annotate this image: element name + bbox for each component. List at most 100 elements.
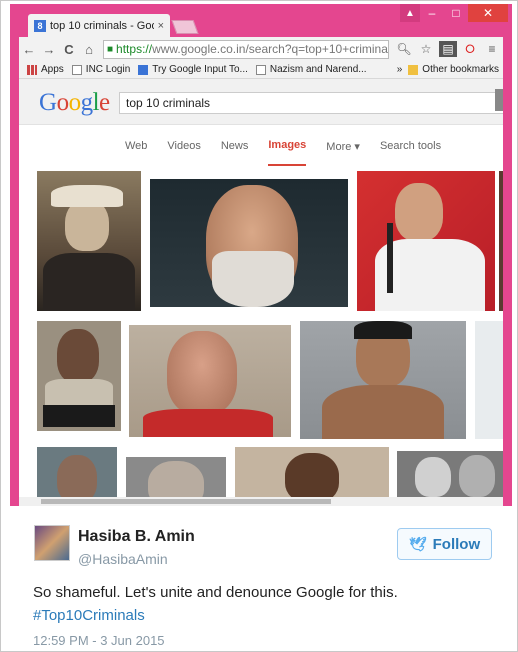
tab-close-icon[interactable]: × (158, 20, 164, 32)
google-logo[interactable]: Google (39, 89, 110, 117)
avatar[interactable] (34, 525, 70, 561)
menu-icon[interactable]: ≡ (483, 41, 501, 57)
url-scheme: https:// (116, 42, 153, 56)
close-window-button[interactable]: ✕ (468, 4, 508, 22)
image-result[interactable] (37, 447, 117, 497)
maximize-button[interactable]: □ (444, 4, 468, 22)
hashtag-link[interactable]: #Top10Criminals (33, 607, 145, 624)
page-icon (71, 64, 82, 75)
image-result[interactable] (357, 171, 495, 311)
portrait-shape (167, 331, 237, 415)
reload-icon[interactable]: C (59, 42, 79, 57)
image-result[interactable] (475, 321, 503, 439)
image-result[interactable] (150, 179, 348, 307)
search-tabs: Web Videos News Images More ▾ Search too… (19, 126, 503, 166)
image-result[interactable] (397, 451, 503, 497)
logo-letter: e (99, 89, 110, 116)
torso-shape (322, 385, 444, 439)
tab-search-tools[interactable]: Search tools (380, 126, 441, 166)
user-profile-icon[interactable]: ▲ (400, 4, 420, 22)
browser-window: 8 top 10 criminals - Google × ▲ – □ ✕ ← … (10, 4, 512, 506)
bookmark-label: Nazism and Narend... (269, 64, 367, 75)
scrollbar-thumb[interactable] (41, 499, 331, 504)
window-controls: ▲ – □ ✕ (400, 4, 508, 22)
tab-title: top 10 criminals - Google (50, 20, 154, 32)
apps-icon (27, 64, 37, 75)
home-icon[interactable]: ⌂ (79, 42, 99, 57)
author-handle[interactable]: @HasibaAmin (78, 551, 168, 567)
browser-tab[interactable]: 8 top 10 criminals - Google × (28, 14, 170, 38)
address-bar[interactable]: ■ https:// www.google.co.in/search?q=top… (103, 39, 389, 59)
image-results-grid (19, 171, 503, 497)
horizontal-scrollbar[interactable] (19, 497, 503, 506)
image-result[interactable] (37, 171, 141, 311)
google-favicon-icon: 8 (34, 20, 46, 32)
extension-icon[interactable]: ▤ (439, 41, 457, 57)
opera-extension-icon[interactable]: ⭘ (461, 41, 479, 57)
image-result[interactable] (235, 447, 389, 497)
star-icon[interactable]: ☆ (417, 41, 435, 57)
google-page: Google top 10 criminals Web Videos News … (19, 79, 503, 497)
portrait-shape (415, 457, 451, 497)
tab-bar: 8 top 10 criminals - Google × ▲ – □ ✕ (10, 4, 512, 40)
forward-icon[interactable]: → (39, 42, 59, 57)
hair-shape (354, 321, 412, 339)
follow-button[interactable]: 🕊︎ Follow (397, 528, 492, 560)
hat-shape (51, 185, 123, 207)
bookmark-inc-login[interactable]: INC Login (71, 64, 131, 75)
logo-letter: o (68, 89, 82, 116)
bookmark-label: INC Login (85, 64, 131, 75)
portrait-shape (57, 455, 97, 497)
new-tab-button[interactable] (171, 20, 199, 34)
tab-images[interactable]: Images (268, 126, 307, 166)
browser-toolbar: ← → C ⌂ ■ https:// www.google.co.in/sear… (19, 37, 503, 61)
url-path: www.google.co.in/search?q=top+10+crimina… (152, 42, 389, 56)
portrait-shape (57, 329, 99, 383)
bookmarks-bar: Apps INC Login Try Google Input To... Na… (19, 61, 503, 79)
lock-icon: ■ (107, 43, 114, 55)
tab-web[interactable]: Web (125, 126, 147, 166)
jacket-shape (143, 409, 273, 437)
microphone-shape (387, 223, 393, 293)
bookmark-apps[interactable]: Apps (27, 64, 64, 75)
bookmarks-overflow-icon[interactable]: » (397, 64, 403, 75)
search-icon[interactable]: 🔍︎ (395, 41, 413, 57)
portrait-shape (148, 461, 204, 497)
screenshot-page: 8 top 10 criminals - Google × ▲ – □ ✕ ← … (0, 0, 518, 652)
beard-shape (212, 251, 294, 307)
image-result[interactable] (126, 457, 226, 497)
bookmark-label: Try Google Input To... (152, 64, 248, 75)
other-bookmarks[interactable]: Other bookmarks (408, 64, 499, 75)
suit-shape (43, 253, 135, 311)
bookmark-nazism[interactable]: Nazism and Narend... (255, 64, 367, 75)
image-result[interactable] (300, 321, 466, 439)
follow-label: Follow (432, 535, 481, 553)
logo-letter: o (56, 89, 70, 116)
portrait-shape (285, 453, 339, 497)
search-input[interactable]: top 10 criminals (119, 92, 503, 114)
tweet-text: So shameful. Let's unite and denounce Go… (33, 584, 398, 601)
twitter-bird-icon: 🕊︎ (408, 535, 427, 552)
placard-shape (43, 405, 115, 427)
logo-letter: G (39, 89, 57, 116)
minimize-button[interactable]: – (420, 4, 444, 22)
tab-news[interactable]: News (221, 126, 249, 166)
portrait-shape (395, 183, 443, 241)
back-icon[interactable]: ← (19, 42, 39, 57)
bookmark-google-input[interactable]: Try Google Input To... (138, 64, 248, 75)
bookmark-label: Other bookmarks (422, 64, 499, 75)
google-header: Google top 10 criminals (19, 79, 503, 125)
page-icon (255, 64, 266, 75)
image-result[interactable] (499, 171, 503, 311)
image-result[interactable] (37, 321, 121, 431)
tweet-timestamp[interactable]: 12:59 PM - 3 Jun 2015 (33, 633, 165, 648)
tab-more[interactable]: More ▾ (326, 126, 360, 166)
bookmark-label: Apps (41, 64, 64, 75)
author-name[interactable]: Hasiba B. Amin (78, 528, 195, 546)
tab-videos[interactable]: Videos (167, 126, 200, 166)
vertical-scrollbar[interactable] (495, 89, 503, 111)
logo-letter: g (80, 89, 94, 116)
image-result[interactable] (129, 325, 291, 437)
portrait-shape (459, 455, 495, 497)
folder-icon (408, 64, 419, 75)
